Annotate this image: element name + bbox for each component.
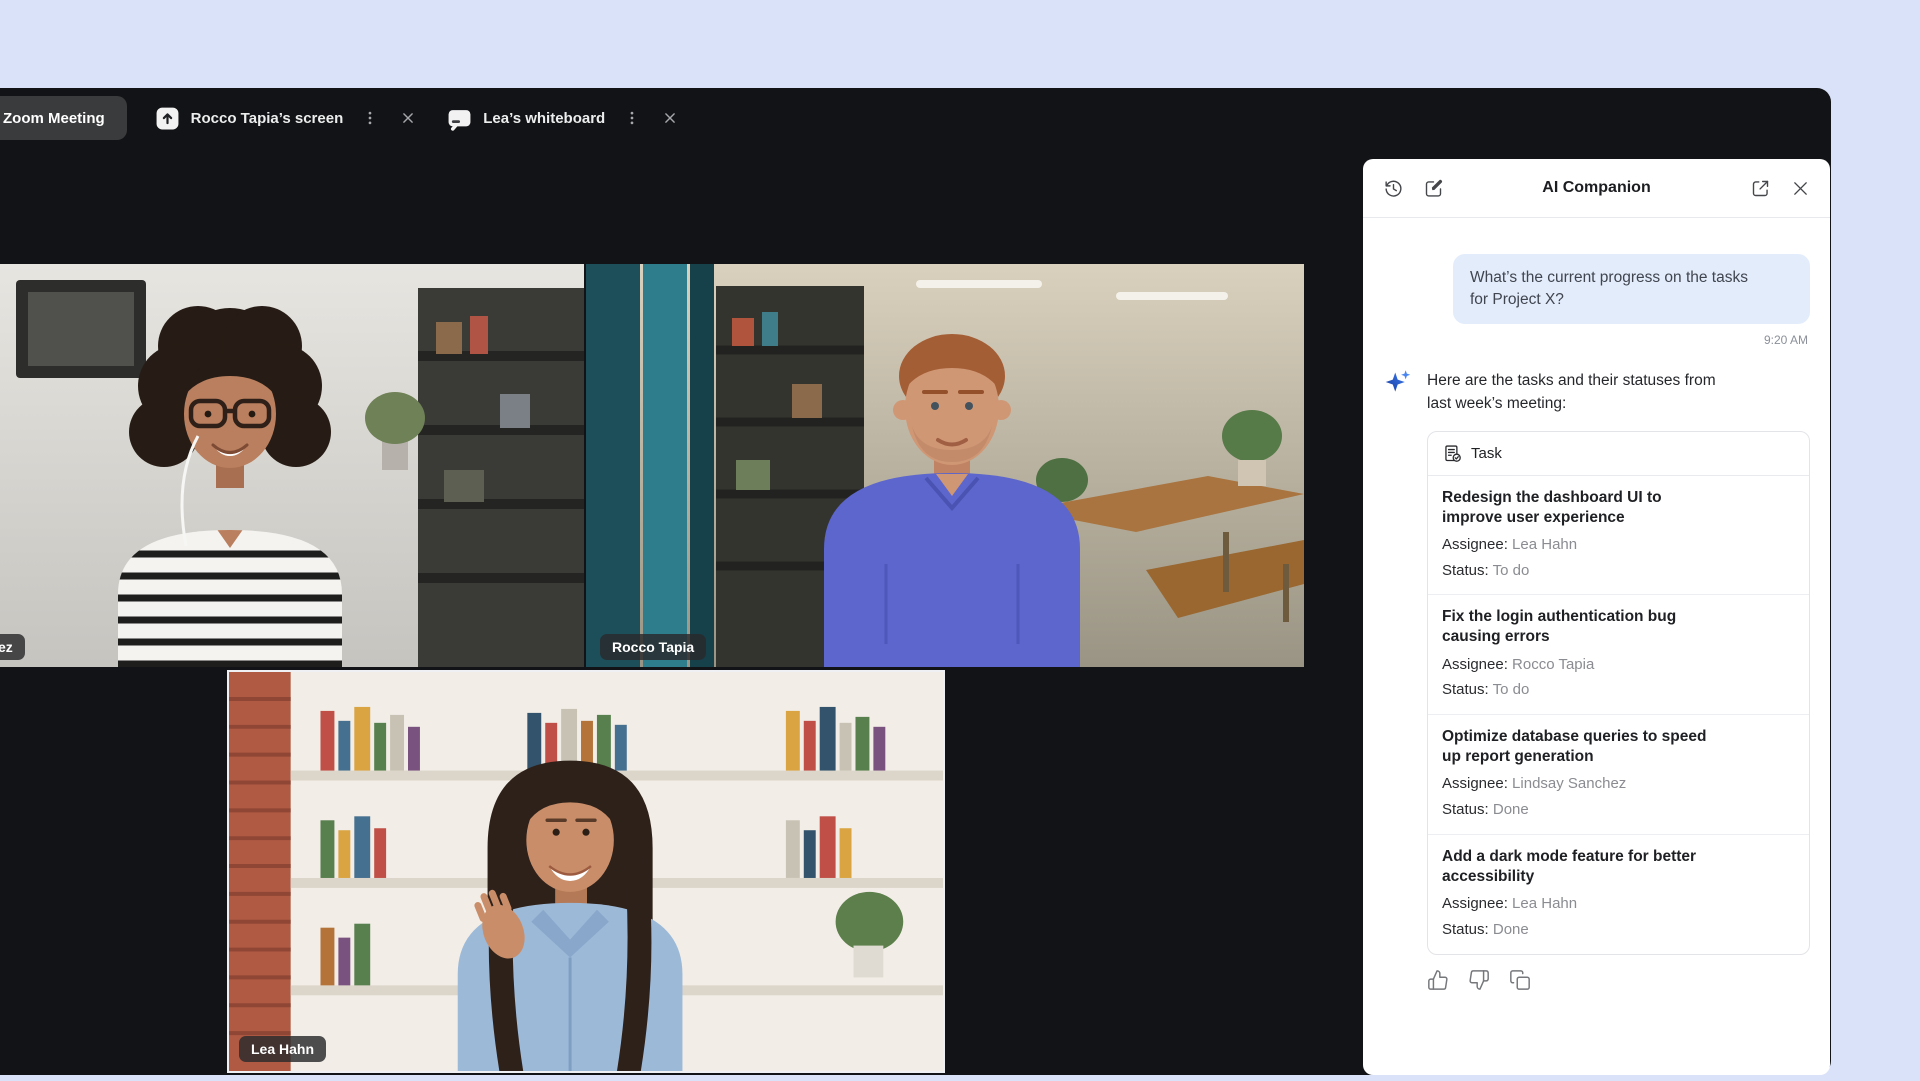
participant-name-tag: Rocco Tapia [600,634,706,660]
whiteboard-icon [447,106,472,131]
task-title: Redesign the dashboard UI to improve use… [1442,488,1795,528]
video-feed-image [229,672,943,1071]
ai-response-row: Here are the tasks and their statuses fr… [1383,369,1810,416]
copy-icon[interactable] [1509,969,1531,991]
task-title: Optimize database queries to speed up re… [1442,727,1795,767]
task-item: Add a dark mode feature for better acces… [1428,835,1809,954]
video-feed-image [0,264,584,667]
ai-sparkle-icon [1383,368,1412,397]
history-icon[interactable] [1381,176,1405,200]
ai-chat-body: What’s the current progress on the tasks… [1363,218,1830,1075]
video-tile-lea-hahn[interactable]: Lea Hahn [227,670,945,1073]
video-tile-participant-1[interactable]: ez [0,264,584,667]
task-card-header: Task [1428,432,1809,476]
thumbs-up-icon[interactable] [1427,969,1449,991]
task-assignee: Assignee: Lea Hahn [1442,536,1795,555]
participant-name-tag: Lea Hahn [239,1036,326,1062]
tab-options-icon[interactable] [621,107,643,129]
task-clipboard-icon [1442,443,1463,464]
task-status: Status: To do [1442,562,1795,581]
task-status: Status: To do [1442,681,1795,700]
tab-close-icon[interactable] [659,107,681,129]
task-list-card: Task Redesign the dashboard UI to improv… [1427,431,1810,955]
pop-out-icon[interactable] [1748,176,1772,200]
task-item: Fix the login authentication bug causing… [1428,595,1809,715]
task-assignee: Assignee: Rocco Tapia [1442,656,1795,675]
task-item: Optimize database queries to speed up re… [1428,715,1809,835]
user-message-bubble: What’s the current progress on the tasks… [1453,254,1810,324]
tab-whiteboard[interactable]: Lea’s whiteboard [447,106,605,131]
task-assignee: Assignee: Lindsay Sanchez [1442,775,1795,794]
video-feed-image [586,264,1304,667]
task-item: Redesign the dashboard UI to improve use… [1428,476,1809,596]
tab-label: Rocco Tapia’s screen [191,110,344,127]
new-chat-icon[interactable] [1421,176,1445,200]
tab-zoom-meeting[interactable]: Zoom Meeting [0,96,127,140]
ai-companion-header: AI Companion [1363,159,1830,218]
feedback-row [1427,969,1810,991]
tab-options-icon[interactable] [359,107,381,129]
tab-close-icon[interactable] [397,107,419,129]
panel-title: AI Companion [1445,179,1748,197]
tab-label: Lea’s whiteboard [483,110,605,127]
ai-companion-panel: AI Companion What’s the current progress… [1363,159,1830,1075]
thumbs-down-icon[interactable] [1468,969,1490,991]
task-assignee: Assignee: Lea Hahn [1442,895,1795,914]
tab-bar: Zoom Meeting Rocco Tapia’s screen Lea’s … [0,88,1831,148]
tab-label: Zoom Meeting [3,110,105,127]
tab-screen-share[interactable]: Rocco Tapia’s screen [155,106,344,131]
task-status: Status: Done [1442,801,1795,820]
screen-share-icon [155,106,180,131]
message-timestamp: 9:20 AM [1383,333,1808,347]
task-card-title: Task [1471,445,1502,462]
participant-name-tag: ez [0,634,25,660]
task-status: Status: Done [1442,921,1795,940]
video-tile-rocco-tapia[interactable]: Rocco Tapia [586,264,1304,667]
ai-response-text: Here are the tasks and their statuses fr… [1427,369,1716,416]
task-title: Fix the login authentication bug causing… [1442,607,1795,647]
close-icon[interactable] [1788,176,1812,200]
task-title: Add a dark mode feature for better acces… [1442,847,1795,887]
